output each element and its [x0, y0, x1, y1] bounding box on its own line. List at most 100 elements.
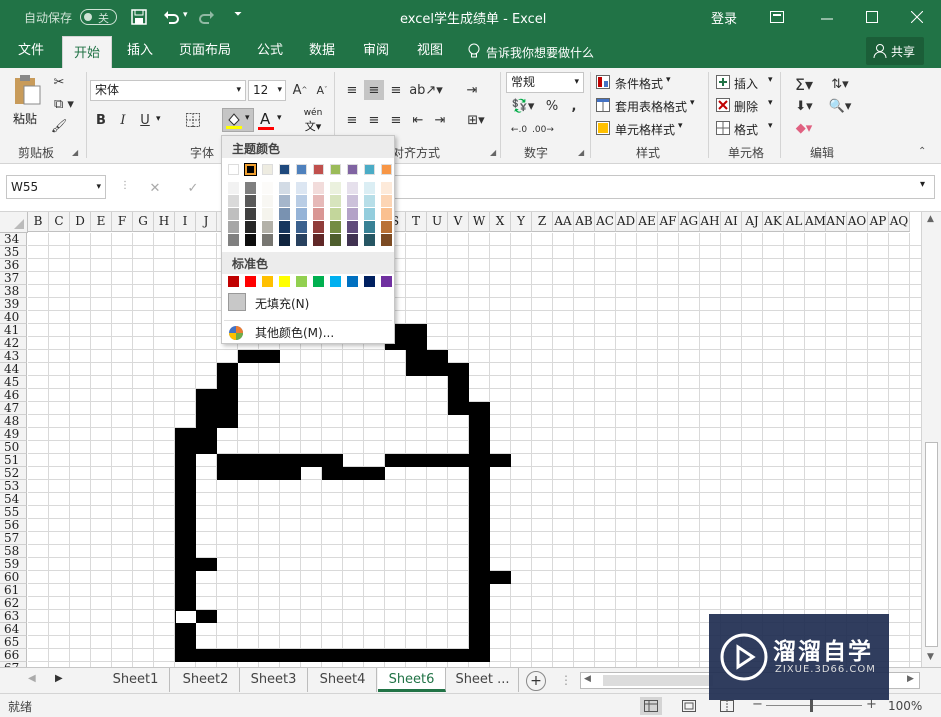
format-as-table-button[interactable]: 套用表格格式 ▾ — [596, 95, 706, 115]
sheet-tab[interactable]: Sheet6 — [378, 668, 446, 692]
theme-shade-swatch[interactable] — [228, 234, 239, 246]
no-fill-option[interactable]: 无填充(N) — [224, 292, 392, 314]
column-header[interactable]: Y — [511, 212, 532, 232]
insert-cells-button[interactable]: 插入 ▾ — [716, 72, 786, 92]
theme-shade-swatch[interactable] — [262, 234, 273, 246]
underline-dropdown-icon[interactable]: ▾ — [156, 114, 161, 124]
sheet-tab[interactable]: Sheet1 — [102, 668, 170, 692]
undo-icon[interactable] — [160, 6, 182, 28]
theme-shade-swatch[interactable] — [313, 182, 324, 194]
sheet-tab[interactable]: Sheet ... — [447, 668, 519, 692]
page-layout-view-icon[interactable] — [678, 697, 700, 715]
standard-color-swatch[interactable] — [313, 276, 324, 287]
theme-shade-swatch[interactable] — [228, 208, 239, 220]
theme-shade-swatch[interactable] — [364, 208, 375, 220]
standard-color-swatch[interactable] — [279, 276, 290, 287]
theme-shade-swatch[interactable] — [245, 234, 256, 246]
sheet-tab[interactable]: Sheet4 — [309, 668, 377, 692]
theme-shade-swatch[interactable] — [262, 195, 273, 207]
theme-shade-swatch[interactable] — [262, 208, 273, 220]
theme-shade-swatch[interactable] — [279, 221, 290, 233]
column-header[interactable]: AG — [679, 212, 700, 232]
standard-color-swatch[interactable] — [228, 276, 239, 287]
zoom-slider[interactable] — [766, 705, 862, 706]
theme-color-swatch[interactable] — [330, 164, 341, 175]
clipboard-launcher-icon[interactable]: ◢ — [72, 148, 78, 157]
format-cells-button[interactable]: 格式 ▾ — [716, 118, 786, 138]
merge-center-icon[interactable]: ⊞▾ — [460, 110, 492, 130]
theme-shade-swatch[interactable] — [364, 234, 375, 246]
more-colors-option[interactable]: 其他颜色(M)... — [224, 320, 392, 342]
hscroll-thumb[interactable] — [603, 675, 713, 686]
scroll-up-icon[interactable]: ▲ — [927, 214, 934, 224]
alignment-launcher-icon[interactable]: ◢ — [490, 148, 496, 157]
tell-me-search[interactable]: 告诉我你想要做什么 — [486, 44, 594, 61]
theme-color-swatch[interactable] — [262, 164, 273, 175]
column-header[interactable]: AI — [721, 212, 742, 232]
underline-button[interactable]: U — [138, 112, 152, 128]
name-box[interactable]: W55 ▾ — [6, 175, 106, 199]
align-left-icon[interactable]: ≡ — [342, 110, 362, 130]
theme-shade-swatch[interactable] — [381, 182, 392, 194]
ribbon-display-icon[interactable] — [766, 7, 788, 27]
column-header[interactable]: AN — [826, 212, 847, 232]
theme-shade-swatch[interactable] — [330, 221, 341, 233]
bottom-align-icon[interactable]: ≡ — [386, 80, 406, 100]
theme-shade-swatch[interactable] — [330, 182, 341, 194]
align-center-icon[interactable]: ≡ — [364, 110, 384, 130]
orientation-icon[interactable]: ab↗▾ — [409, 80, 443, 100]
sheet-tab[interactable]: Sheet3 — [240, 668, 308, 692]
theme-shade-swatch[interactable] — [245, 195, 256, 207]
autosum-icon[interactable]: Σ▾ — [790, 74, 818, 94]
theme-shade-swatch[interactable] — [364, 221, 375, 233]
tab-splitter-icon[interactable]: ⋮ — [560, 673, 572, 687]
theme-shade-swatch[interactable] — [330, 208, 341, 220]
scroll-right-icon[interactable]: ▶ — [907, 674, 914, 684]
tab-view[interactable]: 视图 — [410, 34, 450, 68]
column-header[interactable]: V — [448, 212, 469, 232]
collapse-ribbon-icon[interactable]: ⌃ — [918, 146, 926, 157]
theme-shade-swatch[interactable] — [347, 208, 358, 220]
borders-icon[interactable] — [180, 112, 206, 128]
column-header[interactable]: AK — [763, 212, 784, 232]
conditional-format-button[interactable]: 条件格式 ▾ — [596, 72, 706, 92]
theme-shade-swatch[interactable] — [347, 182, 358, 194]
theme-shade-swatch[interactable] — [228, 195, 239, 207]
theme-shade-swatch[interactable] — [330, 195, 341, 207]
theme-shade-swatch[interactable] — [381, 221, 392, 233]
phonetic-guide-button[interactable]: wén 文▾ — [298, 108, 328, 133]
top-align-icon[interactable]: ≡ — [342, 80, 362, 100]
theme-shade-swatch[interactable] — [364, 182, 375, 194]
column-header[interactable]: J — [196, 212, 217, 232]
column-header[interactable]: AO — [847, 212, 868, 232]
theme-shade-swatch[interactable] — [313, 208, 324, 220]
theme-shade-swatch[interactable] — [228, 182, 239, 194]
theme-color-swatch[interactable] — [244, 163, 257, 176]
tab-insert[interactable]: 插入 — [118, 34, 162, 68]
vscroll-thumb[interactable] — [925, 442, 938, 647]
font-size-select[interactable]: 12 ▾ — [248, 80, 286, 101]
redo-icon[interactable] — [196, 6, 218, 28]
standard-color-swatch[interactable] — [296, 276, 307, 287]
tab-file[interactable]: 文件 — [8, 34, 54, 68]
wrap-text-icon[interactable]: ⇥ — [462, 80, 482, 100]
column-header[interactable]: C — [49, 212, 70, 232]
minimize-icon[interactable] — [812, 7, 842, 27]
standard-color-swatch[interactable] — [330, 276, 341, 287]
prev-sheet-icon[interactable]: ◀ — [28, 673, 36, 684]
theme-shade-swatch[interactable] — [381, 234, 392, 246]
standard-color-swatch[interactable] — [364, 276, 375, 287]
column-header[interactable]: AQ — [889, 212, 910, 232]
column-header[interactable]: Z — [532, 212, 553, 232]
save-icon[interactable] — [128, 6, 150, 28]
theme-shade-swatch[interactable] — [347, 221, 358, 233]
increase-font-icon[interactable]: A ^ — [292, 82, 308, 98]
currency-icon[interactable]: 💱▾ — [508, 96, 538, 116]
clear-icon[interactable]: ◆▾ — [790, 118, 818, 138]
customize-qat-icon[interactable]: ⏷ — [234, 9, 242, 20]
add-sheet-icon[interactable]: + — [526, 671, 546, 691]
fill-dropdown-icon[interactable]: ▾ — [245, 113, 250, 123]
theme-color-swatch[interactable] — [347, 164, 358, 175]
theme-shade-swatch[interactable] — [296, 195, 307, 207]
standard-color-swatch[interactable] — [245, 276, 256, 287]
